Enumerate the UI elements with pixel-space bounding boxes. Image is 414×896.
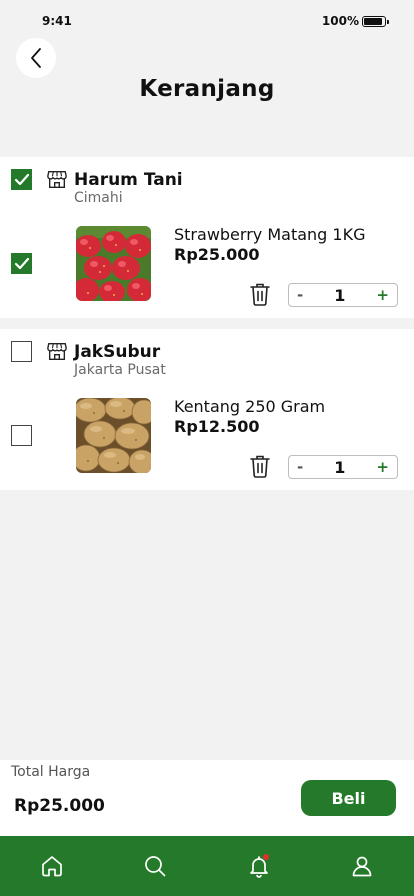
nav-notifications[interactable] [239,846,279,886]
product-name: Kentang 250 Gram [174,397,326,416]
buy-button[interactable]: Beli [301,780,396,816]
trash-icon[interactable] [249,282,271,306]
product-name: Strawberry Matang 1KG [174,225,366,244]
product-image-strawberry [76,226,151,301]
notification-dot [262,854,269,860]
status-time: 9:41 [42,14,72,28]
status-battery: 100% [321,14,389,28]
nav-profile[interactable] [342,846,382,886]
check-icon [14,173,29,185]
quantity-stepper: - 1 + [288,455,398,479]
decrease-button[interactable]: - [297,287,303,303]
product-checkbox[interactable] [11,253,32,274]
battery-icon [362,15,389,27]
decrease-button[interactable]: - [297,459,303,475]
search-icon [145,856,166,877]
status-bar: 9:41 100% [0,0,414,40]
home-icon [41,856,62,877]
user-icon [352,856,372,877]
store-name: JakSubur [74,342,161,362]
quantity-stepper: - 1 + [288,283,398,307]
nav-search[interactable] [135,846,175,886]
store-icon [47,170,67,188]
store-card: Harum Tani Cimahi Strawberry Matang 1KG … [0,157,414,318]
page-title: Keranjang [139,76,275,102]
store-city: Cimahi [74,190,123,206]
quantity-value: 1 [334,457,346,477]
store-checkbox[interactable] [11,169,32,190]
product-price: Rp12.500 [174,417,260,436]
store-card: JakSubur Jakarta Pusat Kentang 250 Gram … [0,329,414,490]
product-checkbox[interactable] [11,425,32,446]
chevron-left-icon [31,48,41,68]
back-button[interactable] [16,38,56,78]
battery-percent: 100% [321,14,359,28]
product-price: Rp25.000 [174,245,260,264]
store-icon [47,342,67,360]
check-icon [14,257,29,269]
quantity-value: 1 [334,285,346,305]
total-value: Rp25.000 [14,796,105,816]
product-image-potato [76,398,151,473]
nav-home[interactable] [32,846,72,886]
store-checkbox[interactable] [11,341,32,362]
store-name: Harum Tani [74,170,183,190]
bottom-nav [0,836,414,896]
store-city: Jakarta Pusat [74,362,166,378]
increase-button[interactable]: + [376,459,389,475]
trash-icon[interactable] [249,454,271,478]
total-label: Total Harga [11,764,91,780]
total-bar: Total Harga Rp25.000 Beli [0,760,414,836]
increase-button[interactable]: + [376,287,389,303]
